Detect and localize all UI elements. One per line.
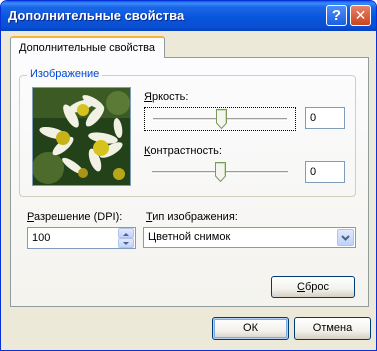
reset-button-label: Сброс	[297, 281, 329, 293]
spin-down-button[interactable]	[118, 238, 134, 248]
arrow-down-icon	[123, 242, 129, 245]
tab-advanced-properties[interactable]: Дополнительные свойства	[10, 36, 165, 58]
arrow-up-icon	[123, 233, 129, 236]
contrast-thumb[interactable]	[215, 162, 226, 182]
brightness-value-input[interactable]: 0	[305, 107, 345, 129]
spin-up-button[interactable]	[118, 228, 134, 238]
cancel-button-label: Отмена	[312, 322, 353, 334]
image-preview	[32, 87, 131, 186]
cancel-button[interactable]: Отмена	[294, 317, 371, 340]
tab-label: Дополнительные свойства	[19, 42, 155, 54]
image-type-dropdown-button[interactable]	[337, 229, 354, 246]
image-group-legend: Изображение	[27, 68, 103, 80]
brightness-thumb[interactable]	[216, 109, 227, 129]
ok-button[interactable]: ОК	[212, 317, 289, 340]
close-button[interactable]: ✕	[350, 5, 371, 26]
brightness-label: Яркость:	[144, 91, 189, 103]
window-title: Дополнительные свойства	[8, 8, 185, 23]
title-bar[interactable]: Дополнительные свойства ? ✕	[1, 1, 376, 31]
image-type-label: Тип изображения:	[146, 211, 238, 223]
help-button[interactable]: ?	[326, 5, 347, 26]
image-type-selected: Цветной снимок	[148, 231, 231, 243]
contrast-value-input[interactable]: 0	[305, 161, 345, 183]
image-type-select[interactable]: Цветной снимок	[143, 227, 356, 248]
help-icon: ?	[331, 7, 342, 24]
reset-button[interactable]: Сброс	[271, 276, 355, 298]
close-icon: ✕	[354, 7, 367, 23]
resolution-label: Разрешение (DPI):	[27, 211, 123, 223]
contrast-label: Контрастность:	[144, 145, 222, 157]
resolution-spinner[interactable]	[118, 227, 135, 249]
dialog-window: Дополнительные свойства ? ✕ Дополнительн…	[0, 0, 377, 351]
flower-thumbnail	[33, 88, 130, 185]
chevron-down-icon	[341, 235, 350, 241]
brightness-slider[interactable]	[144, 107, 296, 131]
ok-button-label: ОК	[243, 322, 258, 334]
